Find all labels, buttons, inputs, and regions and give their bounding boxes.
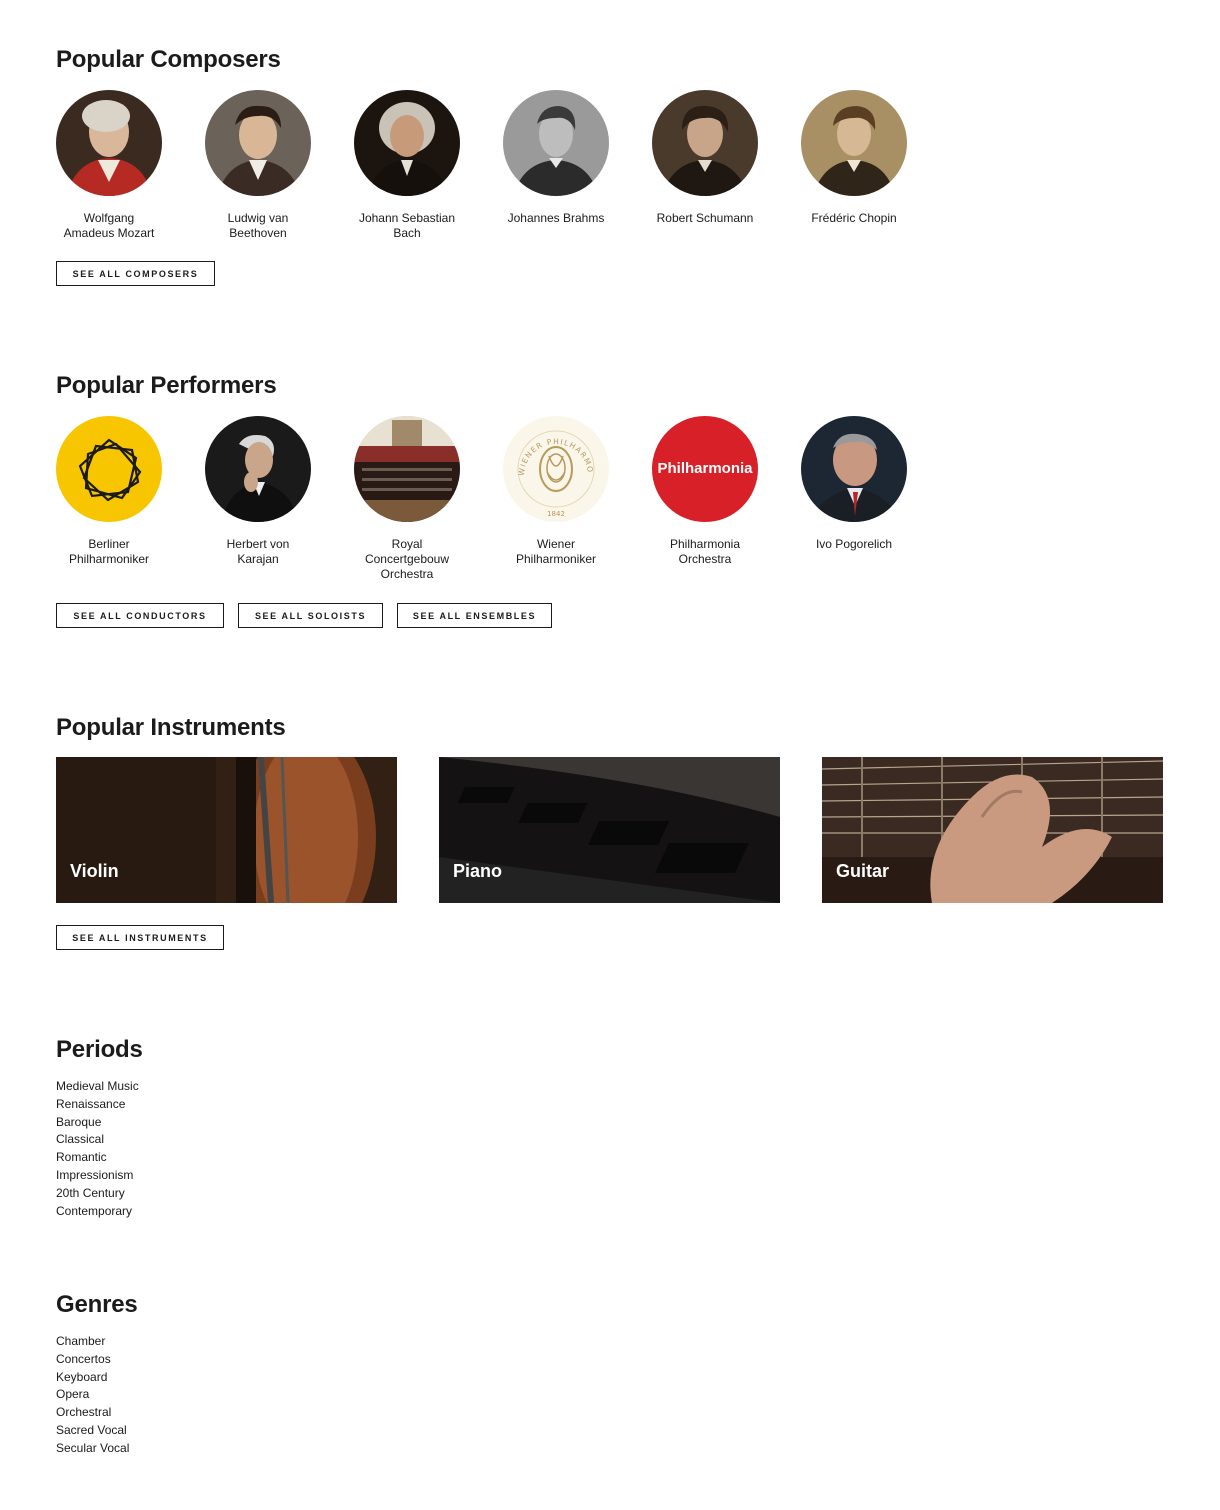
composer-portrait-beethoven[interactable] xyxy=(205,90,311,196)
composers-buttons: See all composers xyxy=(56,261,229,286)
instrument-card-piano[interactable]: Piano xyxy=(439,757,780,903)
composer-name[interactable]: Frédéric Chopin xyxy=(801,211,907,226)
see-all-conductors-button[interactable]: See all conductors xyxy=(56,603,224,628)
composer-name[interactable]: Wolfgang Amadeus Mozart xyxy=(56,211,162,241)
instrument-label: Piano xyxy=(453,861,503,881)
period-link[interactable]: Impressionism xyxy=(56,1167,139,1185)
genre-link[interactable]: Opera xyxy=(56,1386,129,1404)
period-link[interactable]: 20th Century xyxy=(56,1185,139,1203)
composers-row: Wolfgang Amadeus Mozart Ludwig van Beeth… xyxy=(56,90,950,241)
performer-name[interactable]: Philharmonia Orchestra xyxy=(652,537,758,567)
genre-link[interactable]: Sacred Vocal xyxy=(56,1422,129,1440)
performer-name[interactable]: Ivo Pogorelich xyxy=(801,537,907,552)
instruments-row: Violin Piano Guitar xyxy=(56,757,1205,903)
composer-card-schumann[interactable]: Robert Schumann xyxy=(652,90,758,241)
genre-link[interactable]: Orchestral xyxy=(56,1404,129,1422)
composers-heading: Popular Composers xyxy=(56,46,281,73)
see-all-composers-button[interactable]: See all composers xyxy=(56,261,215,286)
performers-buttons: See all conductors See all soloists See … xyxy=(56,603,566,628)
berliner-logo[interactable] xyxy=(56,416,162,522)
period-link[interactable]: Renaissance xyxy=(56,1096,139,1114)
see-all-soloists-button[interactable]: See all soloists xyxy=(238,603,383,628)
composer-card-chopin[interactable]: Frédéric Chopin xyxy=(801,90,907,241)
instrument-card-guitar[interactable]: Guitar xyxy=(822,757,1163,903)
composer-card-mozart[interactable]: Wolfgang Amadeus Mozart xyxy=(56,90,162,241)
periods-list: Medieval Music Renaissance Baroque Class… xyxy=(56,1078,139,1220)
genres-heading: Genres xyxy=(56,1291,138,1318)
genre-link[interactable]: Chamber xyxy=(56,1333,129,1351)
composer-name[interactable]: Johannes Brahms xyxy=(503,211,609,226)
period-link[interactable]: Romantic xyxy=(56,1149,139,1167)
performer-card-concertgebouw[interactable]: Royal Concertgebouw Orchestra xyxy=(354,416,460,582)
instrument-label: Guitar xyxy=(836,861,890,881)
period-link[interactable]: Contemporary xyxy=(56,1203,139,1221)
svg-text:1842: 1842 xyxy=(547,510,565,518)
period-link[interactable]: Baroque xyxy=(56,1114,139,1132)
instrument-card-violin[interactable]: Violin xyxy=(56,757,397,903)
performer-card-berliner[interactable]: Berliner Philharmoniker xyxy=(56,416,162,582)
performer-photo-pogorelich[interactable] xyxy=(801,416,907,522)
philharmonia-logo[interactable]: Philharmonia xyxy=(652,416,758,522)
composer-name[interactable]: Robert Schumann xyxy=(652,211,758,226)
instruments-heading: Popular Instruments xyxy=(56,714,286,741)
composer-name[interactable]: Ludwig van Beethoven xyxy=(205,211,311,241)
performer-card-karajan[interactable]: Herbert von Karajan xyxy=(205,416,311,582)
composer-name[interactable]: Johann Sebastian Bach xyxy=(354,211,460,241)
composer-card-brahms[interactable]: Johannes Brahms xyxy=(503,90,609,241)
performer-card-wiener[interactable]: WIENER PHILHARMONIKER 1842 Wiener Philha… xyxy=(503,416,609,582)
period-link[interactable]: Medieval Music xyxy=(56,1078,139,1096)
composer-portrait-brahms[interactable] xyxy=(503,90,609,196)
performers-heading: Popular Performers xyxy=(56,372,277,399)
performer-name[interactable]: Wiener Philharmoniker xyxy=(503,537,609,567)
composer-portrait-mozart[interactable] xyxy=(56,90,162,196)
genre-link[interactable]: Concertos xyxy=(56,1351,129,1369)
composer-card-bach[interactable]: Johann Sebastian Bach xyxy=(354,90,460,241)
composer-portrait-chopin[interactable] xyxy=(801,90,907,196)
composer-portrait-bach[interactable] xyxy=(354,90,460,196)
see-all-instruments-button[interactable]: See all instruments xyxy=(56,925,224,950)
performer-photo-concertgebouw[interactable] xyxy=(354,416,460,522)
see-all-ensembles-button[interactable]: See all ensembles xyxy=(397,603,552,628)
wiener-logo[interactable]: WIENER PHILHARMONIKER 1842 xyxy=(503,416,609,522)
performers-row: Berliner Philharmoniker Herbert von Kara… xyxy=(56,416,950,582)
performer-card-philharmonia[interactable]: Philharmonia Philharmonia Orchestra xyxy=(652,416,758,582)
performer-photo-karajan[interactable] xyxy=(205,416,311,522)
instruments-buttons: See all instruments xyxy=(56,925,238,950)
composer-portrait-schumann[interactable] xyxy=(652,90,758,196)
genre-link[interactable]: Secular Vocal xyxy=(56,1440,129,1458)
composer-card-beethoven[interactable]: Ludwig van Beethoven xyxy=(205,90,311,241)
periods-heading: Periods xyxy=(56,1036,143,1063)
svg-text:Philharmonia: Philharmonia xyxy=(657,460,753,477)
performer-name[interactable]: Berliner Philharmoniker xyxy=(56,537,162,567)
performer-card-pogorelich[interactable]: Ivo Pogorelich xyxy=(801,416,907,582)
period-link[interactable]: Classical xyxy=(56,1131,139,1149)
genre-link[interactable]: Keyboard xyxy=(56,1369,129,1387)
genres-list: Chamber Concertos Keyboard Opera Orchest… xyxy=(56,1333,129,1458)
performer-name[interactable]: Herbert von Karajan xyxy=(205,537,311,567)
performer-name[interactable]: Royal Concertgebouw Orchestra xyxy=(354,537,460,582)
instrument-label: Violin xyxy=(70,861,119,881)
